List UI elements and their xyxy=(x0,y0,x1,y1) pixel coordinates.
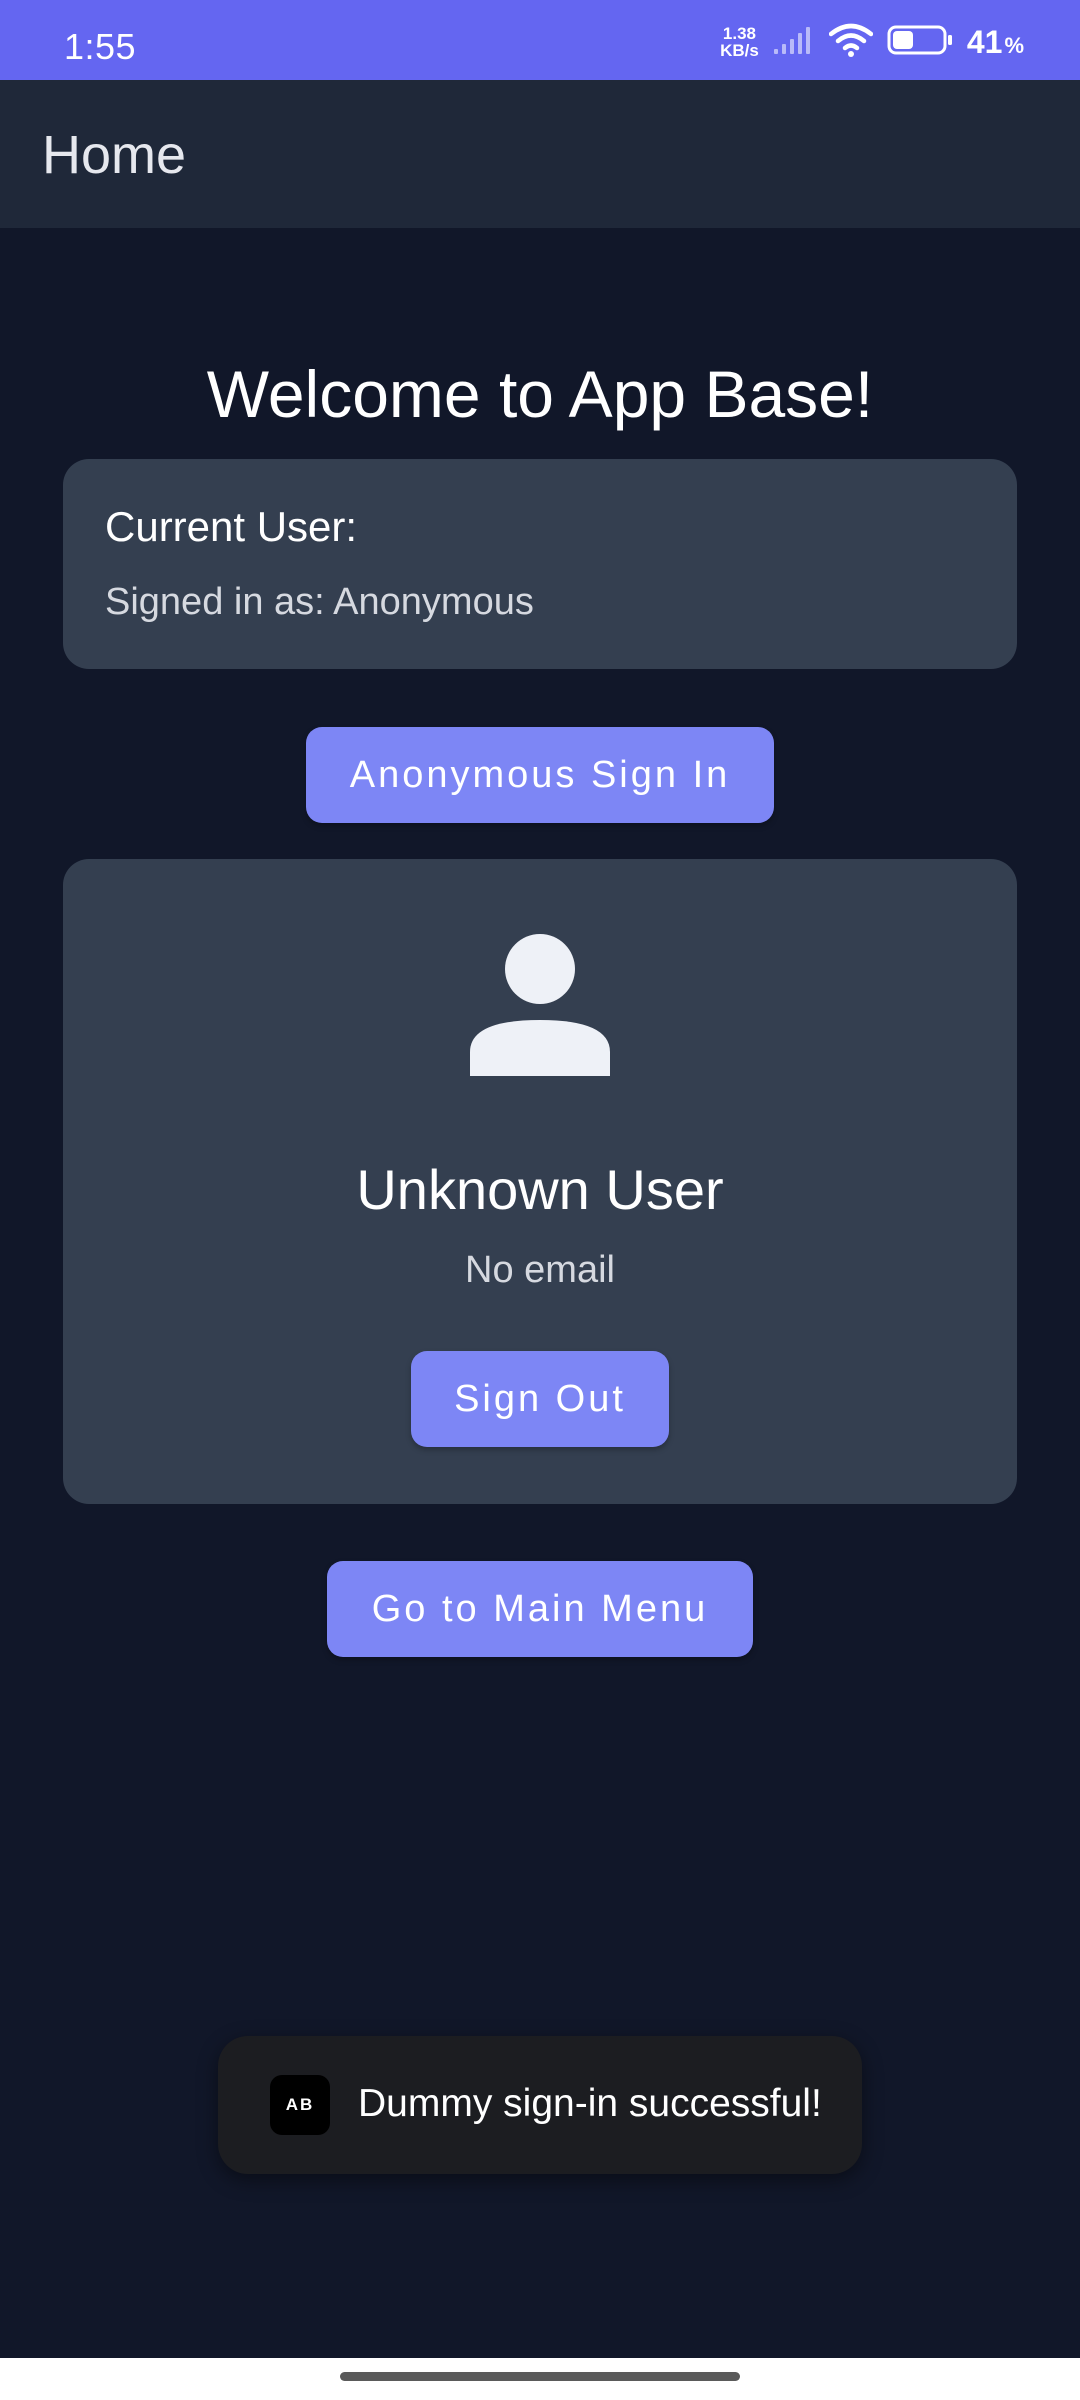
toast-notification: AB Dummy sign-in successful! xyxy=(218,2036,862,2174)
battery-icon xyxy=(887,24,953,61)
network-speed-value: 1.38 xyxy=(722,24,757,43)
network-speed: 1.38 KB/s xyxy=(720,25,759,59)
battery-percent-unit: % xyxy=(1004,32,1024,58)
anonymous-sign-in-button[interactable]: Anonymous Sign In xyxy=(306,727,774,823)
network-speed-unit: KB/s xyxy=(720,41,759,60)
status-time: 1:55 xyxy=(64,26,137,67)
main-menu-button[interactable]: Go to Main Menu xyxy=(327,1561,753,1657)
welcome-heading: Welcome to App Base! xyxy=(206,357,874,431)
signal-icon xyxy=(773,25,815,60)
profile-email: No email xyxy=(465,1249,615,1291)
status-bar: 1:55 1.38 KB/s 41 % xyxy=(0,0,1080,80)
signed-in-status: Signed in as: Anonymous xyxy=(105,581,534,623)
profile-card: Unknown User No email Sign Out xyxy=(63,859,1017,1504)
home-indicator[interactable] xyxy=(340,2372,740,2381)
wifi-icon xyxy=(828,23,874,62)
toast-message: Dummy sign-in successful! xyxy=(358,2082,822,2125)
status-icons: 1.38 KB/s 41 % xyxy=(720,22,1024,62)
sign-out-button[interactable]: Sign Out xyxy=(411,1351,669,1447)
app-bar: Home xyxy=(0,80,1080,228)
current-user-heading: Current User: xyxy=(105,503,358,550)
screen: 1:55 1.38 KB/s 41 % Home Welcome to App … xyxy=(0,0,1080,2400)
profile-name: Unknown User xyxy=(356,1158,724,1221)
current-user-card: Current User: Signed in as: Anonymous xyxy=(63,459,1017,669)
app-logo: AB xyxy=(270,2075,330,2135)
navigation-bar xyxy=(0,2358,1080,2400)
page-title: Home xyxy=(42,125,187,185)
battery-percent-value: 41 xyxy=(966,23,1003,60)
person-icon xyxy=(470,934,610,1076)
battery-percent: 41 % xyxy=(967,24,1024,61)
